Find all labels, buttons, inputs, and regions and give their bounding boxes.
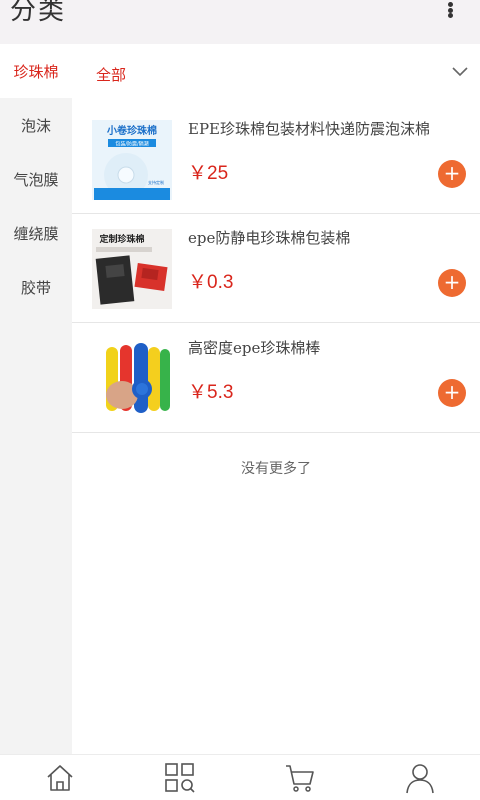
page-title: 分类 — [10, 0, 67, 26]
chevron-down-icon[interactable] — [452, 64, 468, 80]
category-search-icon — [165, 762, 195, 793]
product-price: ￥0.3 — [188, 272, 234, 293]
more-icon[interactable] — [440, 0, 460, 20]
sidebar-item-label: 气泡膜 — [13, 170, 59, 189]
product-image — [92, 339, 172, 419]
sidebar-item-bubble-wrap[interactable]: 气泡膜 — [0, 152, 72, 206]
product-item[interactable]: 小卷珍珠棉 包装/防震/隔潮 支持定制 EPE珍珠棉包装材料快递防震泡沫棉 ￥2… — [72, 106, 480, 214]
category-sidebar: 珍珠棉 泡沫 气泡膜 缠绕膜 胶带 — [0, 44, 72, 754]
product-name: epe防静电珍珠棉包装棉 — [188, 229, 351, 247]
add-to-cart-button[interactable]: + — [438, 379, 466, 407]
cart-icon — [286, 764, 314, 792]
sidebar-item-label: 胶带 — [20, 278, 51, 297]
product-item[interactable]: 定制珍珠棉 epe防静电珍珠棉包装棉 ￥0.3 + — [72, 215, 480, 323]
sidebar-item-foam[interactable]: 泡沫 — [0, 98, 72, 152]
product-price: ￥25 — [188, 163, 229, 184]
user-icon — [406, 763, 434, 793]
sidebar-item-tape[interactable]: 胶带 — [0, 260, 72, 314]
product-name: 高密度epe珍珠棉棒 — [188, 339, 321, 357]
end-of-list-note: 没有更多了 — [241, 461, 311, 477]
tab-profile[interactable] — [360, 755, 480, 800]
product-list-panel: 全部 小卷珍珠棉 包装/防震/隔潮 支持定制 EPE珍珠棉包装材料快递防震泡沫棉… — [72, 44, 480, 754]
product-image: 定制珍珠棉 — [92, 229, 172, 309]
image-text: 定制珍珠棉 — [98, 233, 144, 245]
tab-category[interactable] — [120, 755, 240, 800]
home-icon — [47, 764, 73, 791]
product-name: EPE珍珠棉包装材料快递防震泡沫棉 — [188, 120, 430, 138]
tab-home[interactable] — [0, 755, 120, 800]
add-to-cart-button[interactable]: + — [438, 160, 466, 188]
sidebar-item-stretch-film[interactable]: 缠绕膜 — [0, 206, 72, 260]
sidebar-item-pearl-cotton[interactable]: 珍珠棉 — [0, 44, 72, 98]
product-price: ￥5.3 — [188, 382, 234, 403]
image-text: 支持定制 — [148, 179, 164, 185]
product-item[interactable]: 高密度epe珍珠棉棒 ￥5.3 + — [72, 325, 480, 433]
category-filter-label: 全部 — [96, 66, 127, 84]
product-image: 小卷珍珠棉 包装/防震/隔潮 支持定制 — [92, 120, 172, 200]
add-to-cart-button[interactable]: + — [438, 269, 466, 297]
tab-cart[interactable] — [240, 755, 360, 800]
image-text: 小卷珍珠棉 — [106, 124, 157, 137]
bottom-tab-bar — [0, 754, 480, 800]
image-text: 包装/防震/隔潮 — [115, 141, 148, 148]
sidebar-item-label: 缠绕膜 — [13, 224, 59, 243]
category-filter[interactable]: 全部 — [72, 44, 480, 106]
sidebar-item-label: 泡沫 — [20, 116, 51, 135]
sidebar-item-label: 珍珠棉 — [13, 62, 59, 81]
header: 分类 — [0, 0, 480, 44]
